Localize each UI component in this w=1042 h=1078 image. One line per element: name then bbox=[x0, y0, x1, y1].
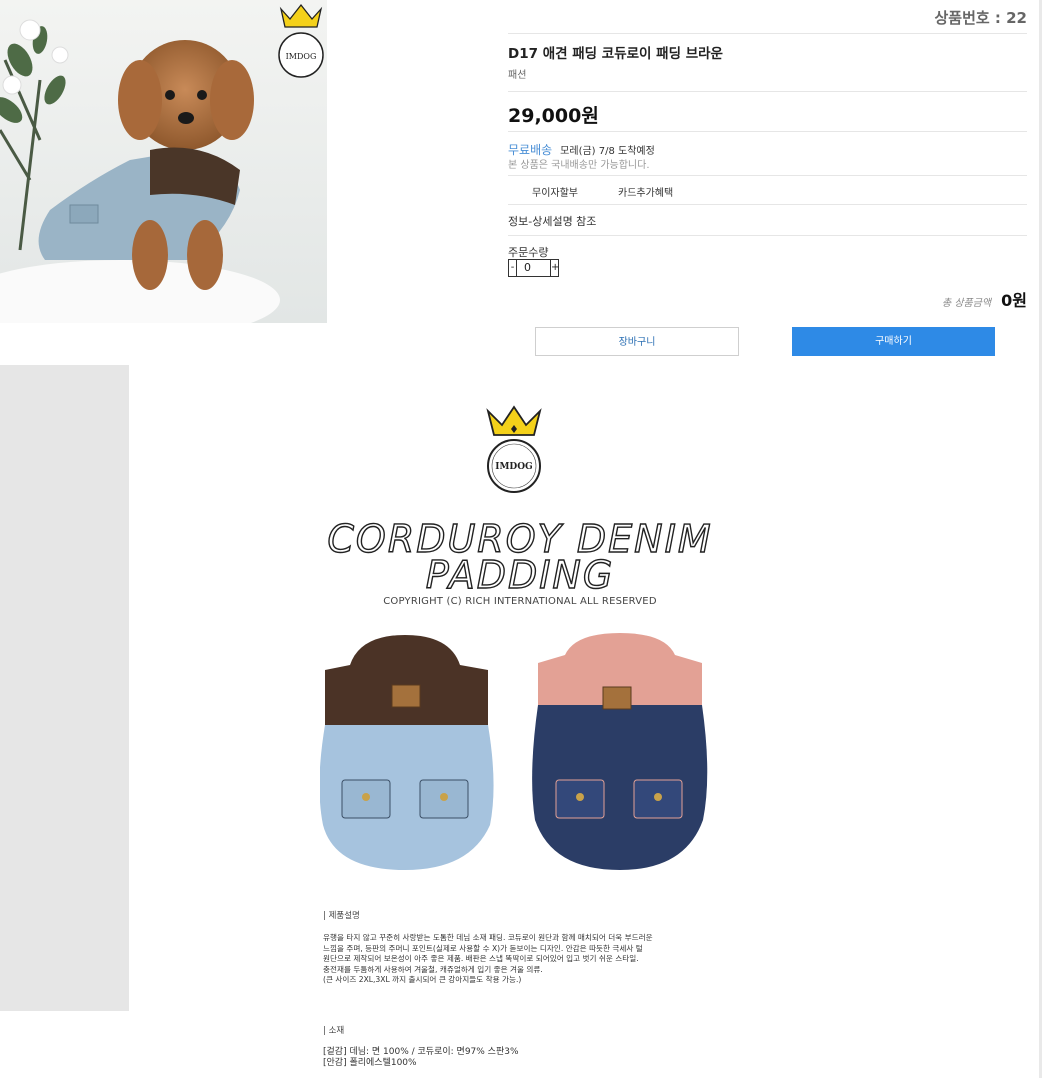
divider bbox=[508, 204, 1027, 205]
material-line: [겉감] 데님: 면 100% / 코듀로이: 면97% 스판3% bbox=[323, 1047, 519, 1057]
headline-line-2: PADDING bbox=[426, 553, 615, 592]
material-section-title: | 소재 bbox=[323, 1026, 345, 1036]
total-price-value: 0원 bbox=[1001, 291, 1027, 310]
description-line: 유행을 타지 않고 꾸준히 사랑받는 도톰한 데님 소재 패딩. 코듀로이 원단… bbox=[323, 933, 653, 942]
material-info: [겉감] 데님: 면 100% / 코듀로이: 면97% 스판3% [안감] 폴… bbox=[323, 1047, 519, 1069]
headline-title: CORDUROY DENIM PADDING bbox=[327, 516, 712, 592]
svg-text:IMDOG: IMDOG bbox=[286, 52, 317, 61]
buy-now-button[interactable]: 구매하기 bbox=[792, 327, 995, 356]
product-main-image[interactable]: IMDOG bbox=[0, 0, 327, 323]
quantity-minus-button[interactable]: - bbox=[508, 259, 517, 277]
divider bbox=[508, 131, 1027, 132]
product-title: D17 애견 패딩 코듀로이 패딩 브라운 bbox=[508, 46, 723, 62]
crown-logo-icon: IMDOG bbox=[480, 405, 548, 495]
divider bbox=[508, 91, 1027, 92]
benefit-card-extra[interactable]: 카드추가혜택 bbox=[618, 184, 673, 199]
description-line: 충전재를 두툼하게 사용하여 겨울철, 캐쥬얼하게 입기 좋은 겨울 의류. bbox=[323, 964, 543, 974]
divider bbox=[508, 235, 1027, 236]
product-price: 29,000원 bbox=[508, 105, 599, 127]
pink-navy-jacket-image bbox=[532, 633, 708, 870]
description-section-title: | 제품설명 bbox=[323, 911, 360, 921]
divider bbox=[508, 175, 1027, 176]
description-line: 느낌을 주며, 등판의 주머니 포인트(실제로 사용할 수 X)가 돋보이는 디… bbox=[323, 943, 643, 953]
quantity-plus-button[interactable]: + bbox=[550, 259, 559, 277]
total-price-label: 총 상품금액 bbox=[941, 298, 992, 309]
add-to-cart-button[interactable]: 장바구니 bbox=[535, 327, 739, 356]
quantity-stepper: - 0 + bbox=[508, 259, 559, 277]
quantity-label: 주문수량 bbox=[508, 246, 549, 259]
product-number: 상품번호 : 22 bbox=[934, 9, 1027, 27]
total-price: 총 상품금액 0원 bbox=[942, 287, 1027, 311]
quantity-input[interactable]: 0 bbox=[517, 259, 550, 277]
free-shipping-label: 무료배송 bbox=[508, 143, 553, 157]
divider bbox=[508, 33, 1027, 34]
benefit-interest-free[interactable]: 무이자할부 bbox=[532, 184, 578, 199]
brown-denim-jacket-image bbox=[319, 635, 494, 870]
logo-text: IMDOG bbox=[495, 462, 533, 472]
side-grey-panel bbox=[0, 365, 129, 1011]
spec-info: 정보-상세설명 참조 bbox=[508, 215, 597, 228]
description-line: (큰 사이즈 2XL,3XL 까지 출시되어 큰 강아지들도 착용 가능.) bbox=[323, 975, 522, 984]
product-category: 패션 bbox=[508, 70, 527, 81]
material-line: [안감] 폴리에스텔100% bbox=[323, 1058, 417, 1068]
garment-images bbox=[319, 625, 720, 875]
shipping-note: 본 상품은 국내배송만 가능합니다. bbox=[508, 160, 650, 171]
product-description: 유행을 타지 않고 꾸준히 사랑받는 도톰한 데님 소재 패딩. 코듀로이 원단… bbox=[323, 933, 743, 986]
description-line: 원단으로 제작되어 보온성이 아주 좋은 제품. 배판은 스냅 똑딱이로 되어있… bbox=[323, 954, 639, 963]
copyright-text: COPYRIGHT (C) RICH INTERNATIONAL ALL RES… bbox=[383, 596, 657, 607]
